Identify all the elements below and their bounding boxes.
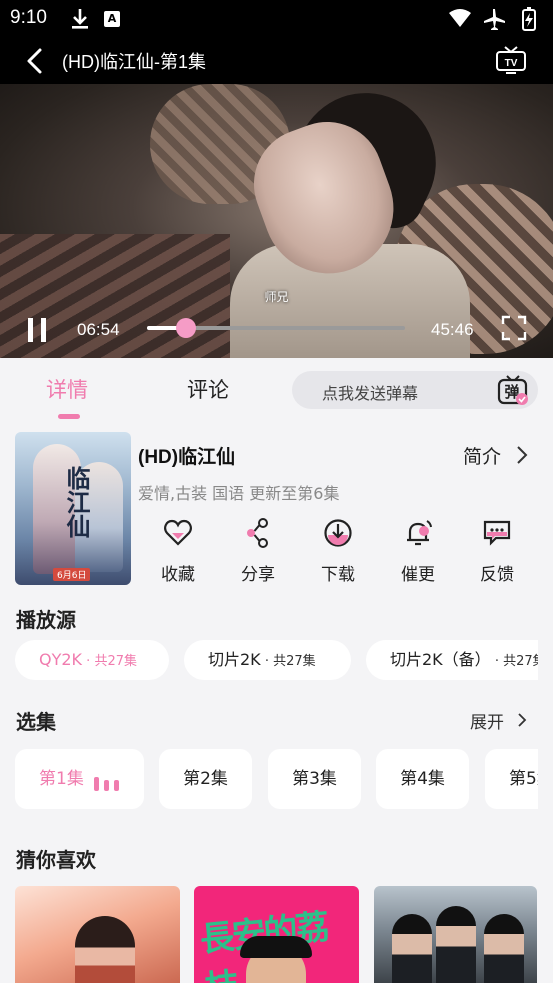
sources-title: 播放源 — [16, 608, 76, 632]
tab-comments[interactable]: 评论 — [187, 374, 229, 404]
episodes-title: 选集 — [16, 710, 56, 734]
episode-chip[interactable]: 第4集 — [376, 749, 469, 809]
feedback-icon — [483, 520, 511, 546]
chevron-right-icon[interactable] — [514, 444, 530, 466]
player-controls: 06:54 45:46 — [0, 312, 553, 358]
recommend-card[interactable]: 長安的荔枝 — [194, 886, 359, 983]
action-label: 下载 — [321, 565, 355, 585]
source-count: · 共27集 — [494, 654, 538, 669]
video-player[interactable]: 师兄 06:54 45:46 — [0, 84, 553, 358]
tab-active-indicator — [58, 414, 80, 419]
action-label: 分享 — [241, 565, 275, 585]
status-bar: 9:10 A — [0, 0, 553, 38]
poster-date: 6月6日 — [53, 568, 91, 581]
duration-time: 45:46 — [431, 320, 474, 339]
now-playing-icon — [94, 777, 119, 791]
source-pill[interactable]: QY2K · 共27集 — [15, 640, 169, 680]
current-time: 06:54 — [77, 320, 120, 339]
source-name: 切片2K — [208, 650, 261, 669]
tab-details[interactable]: 详情 — [46, 374, 88, 404]
video-title: (HD)临江仙-第1集 — [62, 52, 206, 72]
source-count: · 共27集 — [82, 654, 137, 669]
recommend-title: 猜你喜欢 — [16, 848, 96, 872]
download-button[interactable]: 下载 — [308, 518, 368, 588]
episode-chip[interactable]: 第1集 — [15, 749, 144, 809]
episode-label: 第5集 — [509, 769, 538, 789]
show-title: (HD)临江仙 — [138, 447, 236, 468]
system-status-icons — [449, 7, 536, 31]
pause-icon — [28, 318, 33, 342]
show-meta: 爱情,古装 国语 更新至第6集 — [138, 484, 340, 503]
app-root: 9:10 A (HD)临江仙-第1集 TV 师兄 06:54 45:46 详情 … — [0, 0, 553, 983]
seek-bar-knob[interactable] — [175, 318, 196, 338]
download-status-icon — [72, 9, 88, 29]
recommend-thumbnail-figure — [436, 906, 476, 983]
tv-cast-button[interactable]: TV — [495, 45, 527, 75]
recommend-thumbnail-figure — [240, 936, 312, 958]
fullscreen-button[interactable] — [501, 315, 527, 341]
source-count: · 共27集 — [260, 654, 316, 669]
show-poster[interactable]: 临江仙 6月6日 — [15, 432, 131, 585]
back-button[interactable] — [20, 46, 50, 76]
action-label: 收藏 — [161, 565, 195, 585]
danmu-placeholder: 点我发送弹幕 — [322, 384, 419, 403]
episode-label: 第4集 — [400, 769, 445, 789]
episode-label: 第2集 — [183, 769, 228, 789]
share-icon — [247, 518, 268, 548]
episode-label: 第1集 — [39, 769, 84, 789]
download-icon — [324, 519, 352, 547]
source-pill[interactable]: 切片2K · 共27集 — [184, 640, 351, 680]
svg-text:TV: TV — [505, 58, 518, 69]
expand-button[interactable]: 展开 — [470, 708, 504, 733]
status-time: 9:10 — [10, 7, 47, 28]
episode-chip[interactable]: 第3集 — [268, 749, 361, 809]
heart-icon — [164, 519, 192, 546]
wifi-icon — [449, 9, 471, 27]
episode-label: 第3集 — [292, 769, 337, 789]
pause-icon — [41, 318, 46, 342]
source-name: 切片2K（备） — [390, 650, 491, 669]
action-label: 反馈 — [480, 565, 514, 585]
title-bar: (HD)临江仙-第1集 TV — [0, 40, 553, 82]
intro-link[interactable]: 简介 — [463, 442, 501, 469]
app-notification-icon: A — [104, 11, 120, 27]
pause-button[interactable] — [26, 318, 50, 344]
episode-chip[interactable]: 第5集 — [485, 749, 538, 809]
seek-bar[interactable] — [147, 318, 405, 338]
chevron-right-icon[interactable] — [515, 710, 529, 730]
poster-title: 临江仙 — [62, 466, 91, 538]
action-label: 催更 — [401, 565, 435, 585]
source-name: QY2K — [39, 650, 83, 669]
recommend-card[interactable] — [374, 886, 537, 983]
source-pill[interactable]: 切片2K（备） · 共27集 — [366, 640, 538, 680]
bell-icon — [407, 520, 432, 546]
favorite-button[interactable]: 收藏 — [148, 518, 208, 588]
danmu-input[interactable]: 点我发送弹幕 弹 — [292, 371, 538, 409]
episode-chip[interactable]: 第2集 — [159, 749, 252, 809]
danmu-toggle-icon[interactable]: 弹 — [496, 373, 530, 407]
video-subtitle: 师兄 — [264, 290, 289, 304]
recommend-card[interactable] — [15, 886, 180, 983]
share-button[interactable]: 分享 — [228, 518, 288, 588]
recommend-thumbnail-figure — [392, 914, 432, 983]
request-update-button[interactable]: 催更 — [388, 518, 448, 588]
recommend-thumbnail-figure — [75, 916, 135, 983]
feedback-button[interactable]: 反馈 — [467, 518, 527, 588]
detail-panel: 详情 评论 点我发送弹幕 弹 临江仙 6月6日 (HD)临江仙 简介 爱情,古装… — [0, 358, 553, 983]
top-bar: 9:10 A (HD)临江仙-第1集 TV — [0, 0, 553, 84]
recommend-thumbnail-figure — [484, 914, 524, 983]
airplane-icon — [484, 9, 505, 30]
